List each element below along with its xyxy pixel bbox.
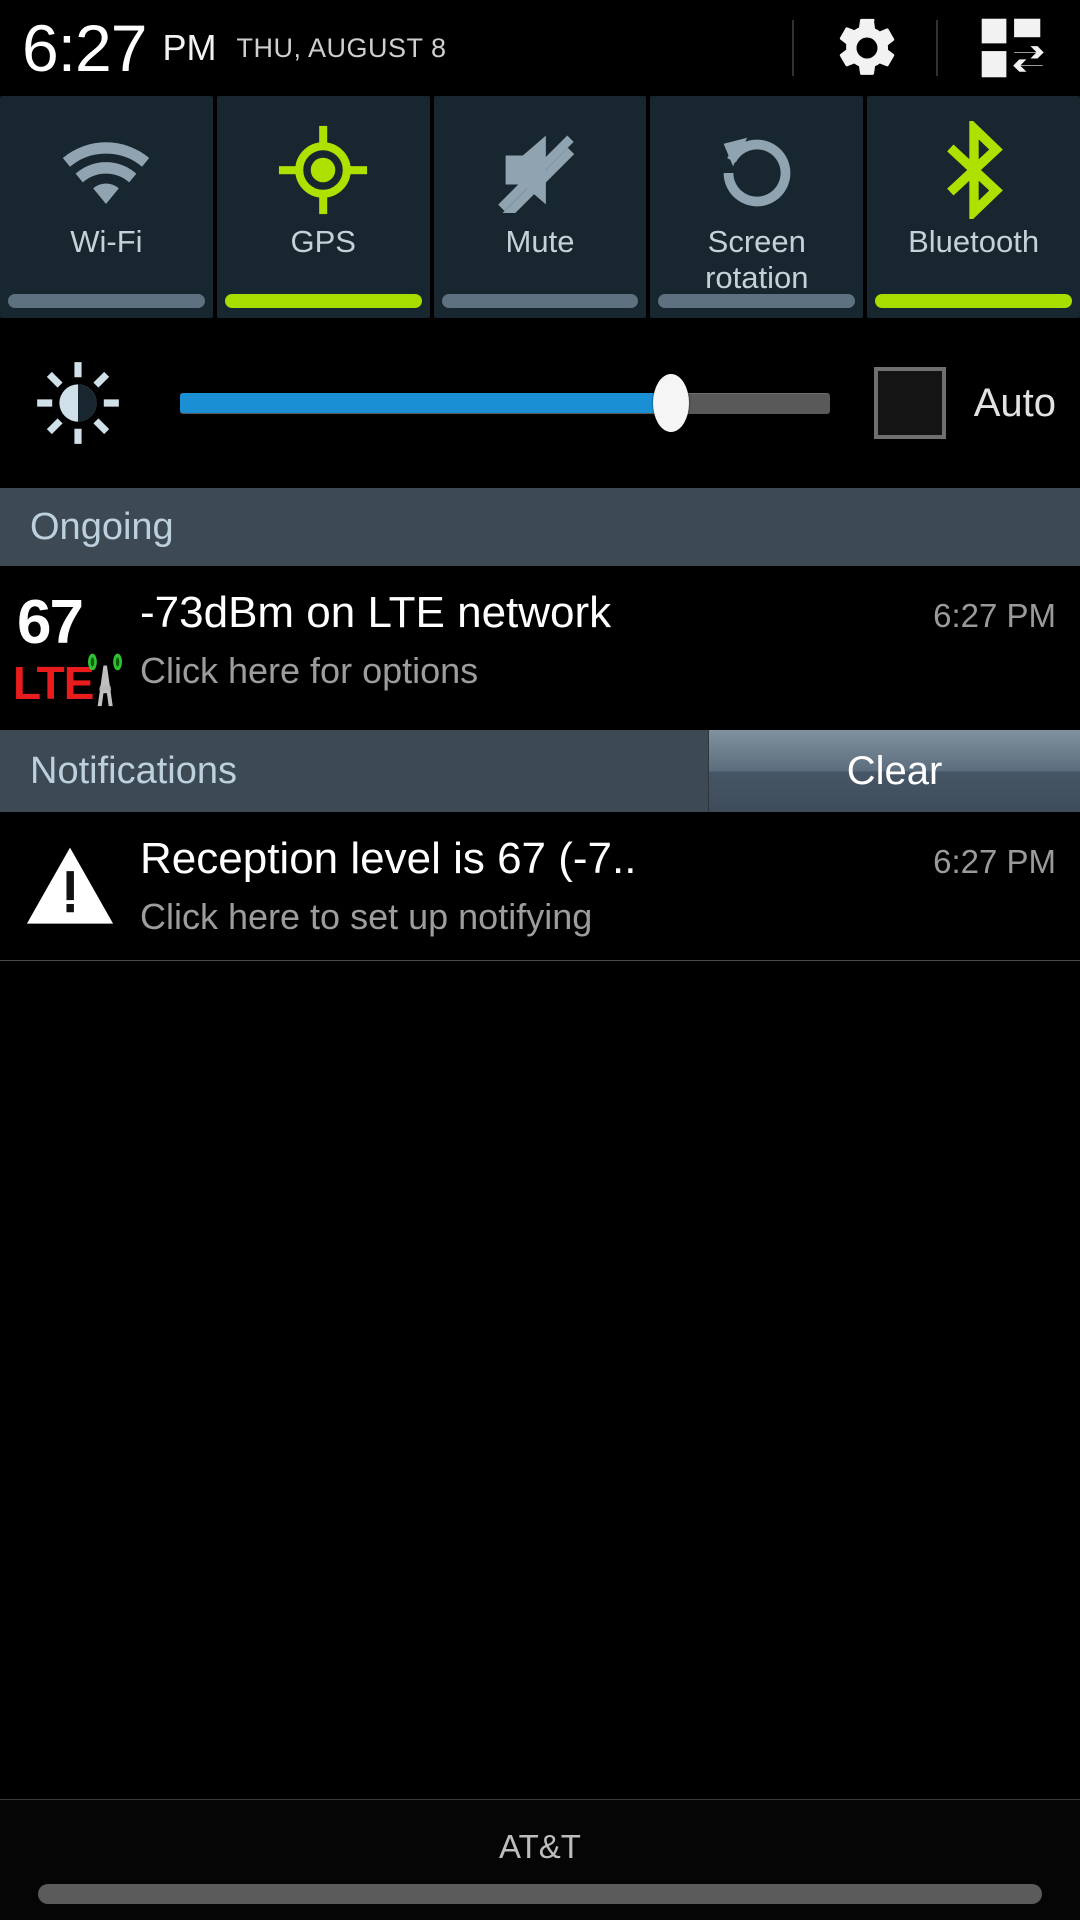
bluetooth-icon-wrap bbox=[932, 118, 1016, 222]
shade-bottom-bar[interactable]: AT&T bbox=[0, 1799, 1080, 1920]
cell-tower-icon bbox=[87, 653, 123, 707]
quick-tile-mute[interactable]: Mute bbox=[433, 96, 647, 318]
speaker-mute-icon bbox=[498, 135, 575, 213]
bluetooth-icon bbox=[946, 121, 1003, 219]
notification-row-reception[interactable]: Reception level is 67 (-7.. 6:27 PM Clic… bbox=[0, 812, 1080, 960]
ongoing-section-header: Ongoing bbox=[0, 488, 1080, 566]
wifi-icon bbox=[63, 142, 150, 204]
quick-tile-indicator bbox=[8, 294, 205, 308]
quick-tile-indicator bbox=[224, 294, 422, 308]
notification-body: Reception level is 67 (-7.. 6:27 PM Clic… bbox=[140, 834, 1056, 938]
panel-toggle-button[interactable] bbox=[972, 9, 1050, 87]
clock-ampm: PM bbox=[162, 27, 217, 68]
lte-level-number: 67 bbox=[17, 588, 84, 657]
quick-tile-label: GPS bbox=[290, 224, 356, 259]
shade-empty-area bbox=[0, 961, 1080, 1920]
shade-drag-handle[interactable] bbox=[38, 1884, 1042, 1904]
gps-icon-wrap bbox=[277, 118, 369, 222]
quick-tile-label: Screen rotation bbox=[705, 224, 809, 295]
quick-tile-label: Bluetooth bbox=[908, 224, 1040, 259]
notification-row-ongoing[interactable]: 67 LTE -73dBm on LTE network 6:27 PM Cli… bbox=[0, 566, 1080, 730]
warning-triangle-icon bbox=[26, 847, 114, 924]
notification-subtitle: Click here for options bbox=[140, 650, 479, 691]
quick-settings-tiles: Wi-Fi GPS Mute Screen rotation Bluetooth bbox=[0, 96, 1080, 318]
quick-tile-gps[interactable]: GPS bbox=[216, 96, 430, 318]
quick-tile-label: Mute bbox=[505, 224, 575, 259]
notification-time: 6:27 PM bbox=[933, 843, 1056, 880]
ongoing-header-label: Ongoing bbox=[30, 505, 174, 548]
auto-brightness-label: Auto bbox=[973, 380, 1056, 425]
notification-title: Reception level is 67 (-7.. bbox=[140, 834, 637, 883]
quick-tile-bluetooth[interactable]: Bluetooth bbox=[867, 96, 1080, 318]
notification-icon-wrap: 67 LTE bbox=[0, 588, 140, 708]
clear-notifications-button[interactable]: Clear bbox=[708, 730, 1080, 812]
rotate-icon bbox=[723, 137, 791, 207]
carrier-label: AT&T bbox=[499, 1828, 581, 1865]
brightness-sun-icon bbox=[37, 362, 119, 444]
quick-tile-indicator bbox=[875, 294, 1072, 308]
notification-title-row: -73dBm on LTE network 6:27 PM bbox=[140, 588, 1056, 638]
mute-icon-wrap bbox=[492, 118, 588, 222]
rotate-icon-wrap bbox=[712, 118, 802, 222]
settings-button[interactable] bbox=[828, 9, 906, 87]
notification-time: 6:27 PM bbox=[933, 597, 1056, 634]
divider bbox=[792, 20, 794, 76]
lte-signal-icon: 67 LTE bbox=[11, 592, 129, 708]
notifications-section-header: Notifications Clear bbox=[0, 730, 1080, 812]
gear-icon bbox=[839, 18, 895, 75]
status-bar: 6:27 PM THU, AUGUST 8 bbox=[0, 0, 1080, 96]
clock-date: THU, AUGUST 8 bbox=[236, 32, 447, 63]
notification-icon-wrap bbox=[0, 834, 140, 930]
quick-tile-indicator bbox=[658, 294, 856, 308]
divider bbox=[936, 20, 938, 76]
slider-thumb[interactable] bbox=[652, 374, 689, 432]
quick-tile-screen-rotation[interactable]: Screen rotation bbox=[650, 96, 864, 318]
quick-tile-label: Wi-Fi bbox=[70, 224, 143, 259]
notification-subtitle: Click here to set up notifying bbox=[140, 896, 593, 937]
panel-switch-icon bbox=[981, 18, 1044, 78]
auto-brightness-checkbox[interactable] bbox=[873, 367, 946, 439]
wifi-icon-wrap bbox=[58, 118, 154, 222]
quick-tile-wifi[interactable]: Wi-Fi bbox=[0, 96, 213, 318]
notification-body: -73dBm on LTE network 6:27 PM Click here… bbox=[140, 588, 1056, 692]
status-bar-actions bbox=[792, 0, 1080, 96]
notification-shade: 6:27 PM THU, AUGUST 8 Wi-Fi GPS Mute Scr… bbox=[0, 0, 1080, 1920]
brightness-icon-wrap bbox=[30, 360, 126, 446]
brightness-row: Auto bbox=[0, 318, 1080, 488]
clock-time: 6:27 bbox=[22, 11, 147, 85]
quick-tile-indicator bbox=[441, 294, 639, 308]
notification-title: -73dBm on LTE network bbox=[140, 588, 612, 637]
slider-fill bbox=[180, 393, 671, 413]
notification-title-row: Reception level is 67 (-7.. 6:27 PM bbox=[140, 834, 1056, 884]
auto-brightness-toggle[interactable]: Auto bbox=[873, 367, 1056, 439]
gps-crosshair-icon bbox=[279, 125, 368, 215]
brightness-slider[interactable] bbox=[180, 374, 830, 432]
clear-button-label: Clear bbox=[846, 748, 943, 793]
notifications-header-label: Notifications bbox=[30, 749, 237, 792]
